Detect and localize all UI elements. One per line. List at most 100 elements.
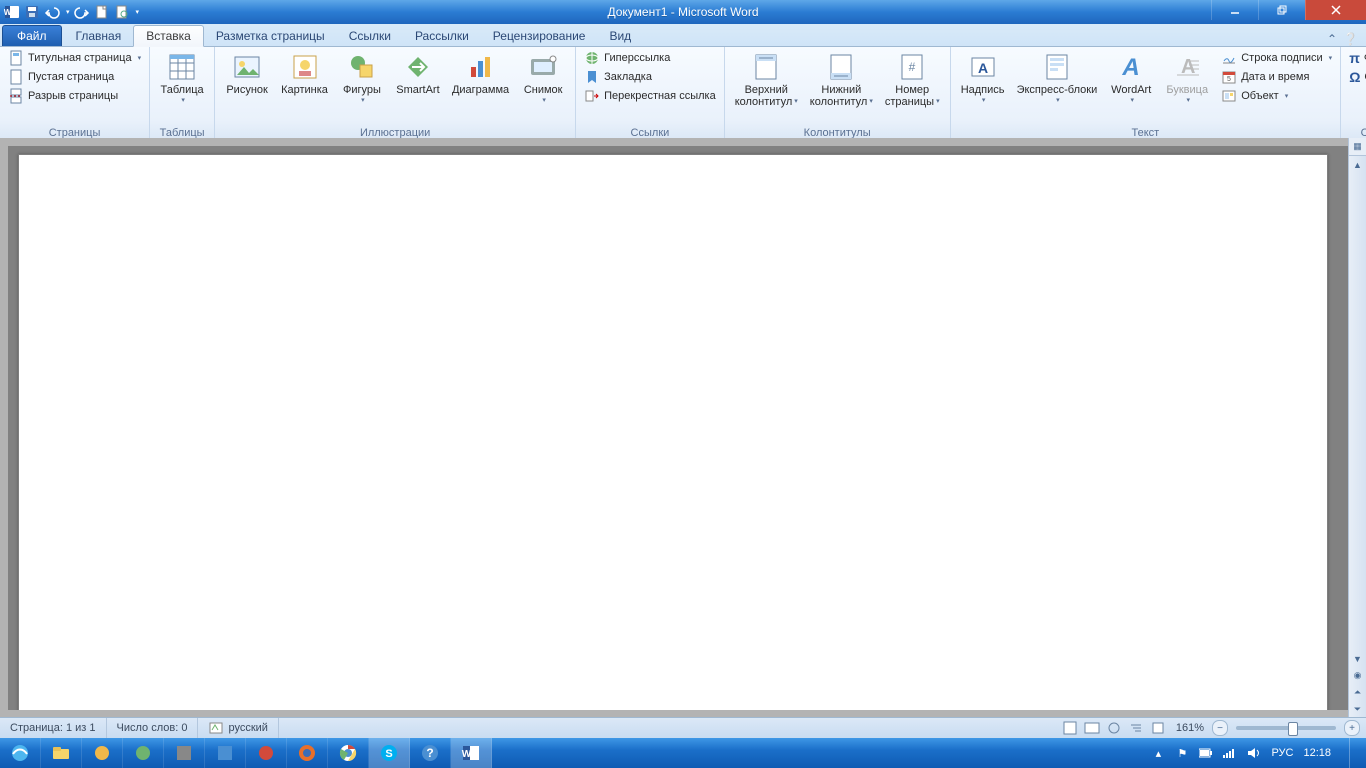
tray-up-icon[interactable]: ▴ xyxy=(1151,746,1165,760)
tab-home[interactable]: Главная xyxy=(64,26,134,46)
hyperlink-button[interactable]: Гиперссылка xyxy=(580,49,720,67)
taskbar-app3-icon[interactable] xyxy=(164,738,205,768)
wordart-label: WordArt xyxy=(1111,84,1151,96)
tab-file[interactable]: Файл xyxy=(2,25,62,46)
view-outline-icon[interactable] xyxy=(1126,720,1146,736)
crossref-button[interactable]: Перекрестная ссылка xyxy=(580,87,720,105)
restore-button[interactable] xyxy=(1258,0,1305,20)
bookmark-button[interactable]: Закладка xyxy=(580,68,720,86)
page-number-button[interactable]: # Номерстраницы▾ xyxy=(879,49,946,108)
taskbar-firefox-icon[interactable] xyxy=(287,738,328,768)
scroll-up-icon[interactable]: ▲ xyxy=(1349,156,1366,173)
table-label: Таблица xyxy=(161,84,204,96)
dropcap-button[interactable]: A Буквица ▾ xyxy=(1159,49,1215,104)
header-label-2: колонтитул xyxy=(735,96,793,108)
taskbar-help-icon[interactable]: ? xyxy=(410,738,451,768)
prev-page-icon[interactable]: ⏶ xyxy=(1349,684,1366,701)
help-icon[interactable]: ❔ xyxy=(1343,32,1358,46)
signature-line-button[interactable]: Строка подписи▾ xyxy=(1217,49,1336,67)
zoom-out-button[interactable]: − xyxy=(1212,720,1228,736)
tab-references[interactable]: Ссылки xyxy=(337,26,403,46)
taskbar-chrome-icon[interactable] xyxy=(328,738,369,768)
taskbar-word-icon[interactable]: W xyxy=(451,738,492,768)
tray-language[interactable]: РУС xyxy=(1271,747,1293,759)
status-page[interactable]: Страница: 1 из 1 xyxy=(0,718,107,738)
smartart-button[interactable]: SmartArt xyxy=(390,49,446,96)
zoom-slider[interactable] xyxy=(1236,726,1336,730)
tray-battery-icon[interactable] xyxy=(1199,746,1213,760)
tab-page-layout[interactable]: Разметка страницы xyxy=(204,26,337,46)
clipart-button[interactable]: Картинка xyxy=(275,49,334,96)
datetime-label: Дата и время xyxy=(1241,71,1309,83)
tray-network-icon[interactable] xyxy=(1223,746,1237,760)
taskbar-app1-icon[interactable] xyxy=(82,738,123,768)
footer-button[interactable]: Нижнийколонтитул▾ xyxy=(804,49,879,108)
screenshot-button[interactable]: Снимок ▾ xyxy=(515,49,571,104)
tab-view[interactable]: Вид xyxy=(597,26,643,46)
ruler-toggle-icon[interactable]: ▦ xyxy=(1349,138,1366,156)
tab-mailings[interactable]: Рассылки xyxy=(403,26,481,46)
status-language[interactable]: русский xyxy=(198,718,278,738)
equation-button[interactable]: π Формула▾ xyxy=(1345,49,1366,67)
status-bar: Страница: 1 из 1 Число слов: 0 русский 1… xyxy=(0,717,1366,738)
minimize-ribbon-icon[interactable]: ⌃ xyxy=(1327,32,1337,46)
svg-text:A: A xyxy=(978,60,988,76)
object-button[interactable]: Объект▾ xyxy=(1217,87,1336,105)
pagenum-label-1: Номер xyxy=(895,84,929,96)
textbox-button[interactable]: A Надпись ▾ xyxy=(955,49,1011,104)
vertical-scrollbar[interactable]: ▦ ▲ ▼ ◉ ⏶ ⏷ xyxy=(1348,138,1366,718)
word-app-icon[interactable]: W xyxy=(4,4,20,20)
save-icon[interactable] xyxy=(24,4,40,20)
document-page[interactable] xyxy=(18,154,1328,710)
pagenum-label-2: страницы xyxy=(885,96,934,108)
crossref-label: Перекрестная ссылка xyxy=(604,90,716,102)
browse-object-icon[interactable]: ◉ xyxy=(1349,667,1366,684)
tray-clock[interactable]: 12:18 xyxy=(1303,747,1331,759)
hyperlink-label: Гиперссылка xyxy=(604,52,670,64)
next-page-icon[interactable]: ⏷ xyxy=(1349,701,1366,718)
taskbar-app2-icon[interactable] xyxy=(123,738,164,768)
wordart-button[interactable]: A WordArt ▾ xyxy=(1103,49,1159,104)
undo-icon[interactable] xyxy=(44,4,60,20)
status-word-count[interactable]: Число слов: 0 xyxy=(107,718,199,738)
symbol-button[interactable]: Ω Символ▾ xyxy=(1345,68,1366,86)
view-web-icon[interactable] xyxy=(1104,720,1124,736)
cover-page-button[interactable]: Титульная страница▾ xyxy=(4,49,145,67)
tray-flag-icon[interactable]: ⚑ xyxy=(1175,746,1189,760)
chart-button[interactable]: Диаграмма xyxy=(446,49,515,96)
view-draft-icon[interactable] xyxy=(1148,720,1168,736)
taskbar-app4-icon[interactable] xyxy=(205,738,246,768)
minimize-button[interactable] xyxy=(1211,0,1258,20)
header-button[interactable]: Верхнийколонтитул▾ xyxy=(729,49,804,108)
zoom-in-button[interactable]: + xyxy=(1344,720,1360,736)
group-headerfooter: Верхнийколонтитул▾ Нижнийколонтитул▾ # Н… xyxy=(725,47,951,140)
document-viewport[interactable] xyxy=(8,146,1348,710)
taskbar-app5-icon[interactable] xyxy=(246,738,287,768)
scroll-down-icon[interactable]: ▼ xyxy=(1349,650,1366,667)
datetime-button[interactable]: 5 Дата и время xyxy=(1217,68,1336,86)
taskbar-skype-icon[interactable]: S xyxy=(369,738,410,768)
page-break-button[interactable]: Разрыв страницы xyxy=(4,87,145,105)
object-label: Объект xyxy=(1241,90,1278,102)
close-button[interactable] xyxy=(1305,0,1366,20)
tray-volume-icon[interactable] xyxy=(1247,746,1261,760)
quickparts-button[interactable]: Экспресс-блоки ▾ xyxy=(1011,49,1104,104)
picture-button[interactable]: Рисунок xyxy=(219,49,275,96)
view-fullscreen-icon[interactable] xyxy=(1082,720,1102,736)
document-area: ▦ ▲ ▼ ◉ ⏶ ⏷ xyxy=(0,138,1366,718)
tab-insert[interactable]: Вставка xyxy=(133,25,204,47)
taskbar-ie-icon[interactable] xyxy=(0,738,41,768)
show-desktop-button[interactable] xyxy=(1349,738,1360,768)
view-print-layout-icon[interactable] xyxy=(1060,720,1080,736)
tab-review[interactable]: Рецензирование xyxy=(481,26,598,46)
table-button[interactable]: Таблица ▾ xyxy=(154,49,210,104)
taskbar-explorer-icon[interactable] xyxy=(41,738,82,768)
preview-icon[interactable] xyxy=(114,4,130,20)
new-doc-icon[interactable] xyxy=(94,4,110,20)
redo-icon[interactable] xyxy=(74,4,90,20)
blank-page-button[interactable]: Пустая страница xyxy=(4,68,145,86)
svg-text:5: 5 xyxy=(1227,76,1231,83)
zoom-value[interactable]: 161% xyxy=(1176,722,1204,734)
shapes-button[interactable]: Фигуры ▾ xyxy=(334,49,390,104)
svg-text:#: # xyxy=(909,60,916,74)
